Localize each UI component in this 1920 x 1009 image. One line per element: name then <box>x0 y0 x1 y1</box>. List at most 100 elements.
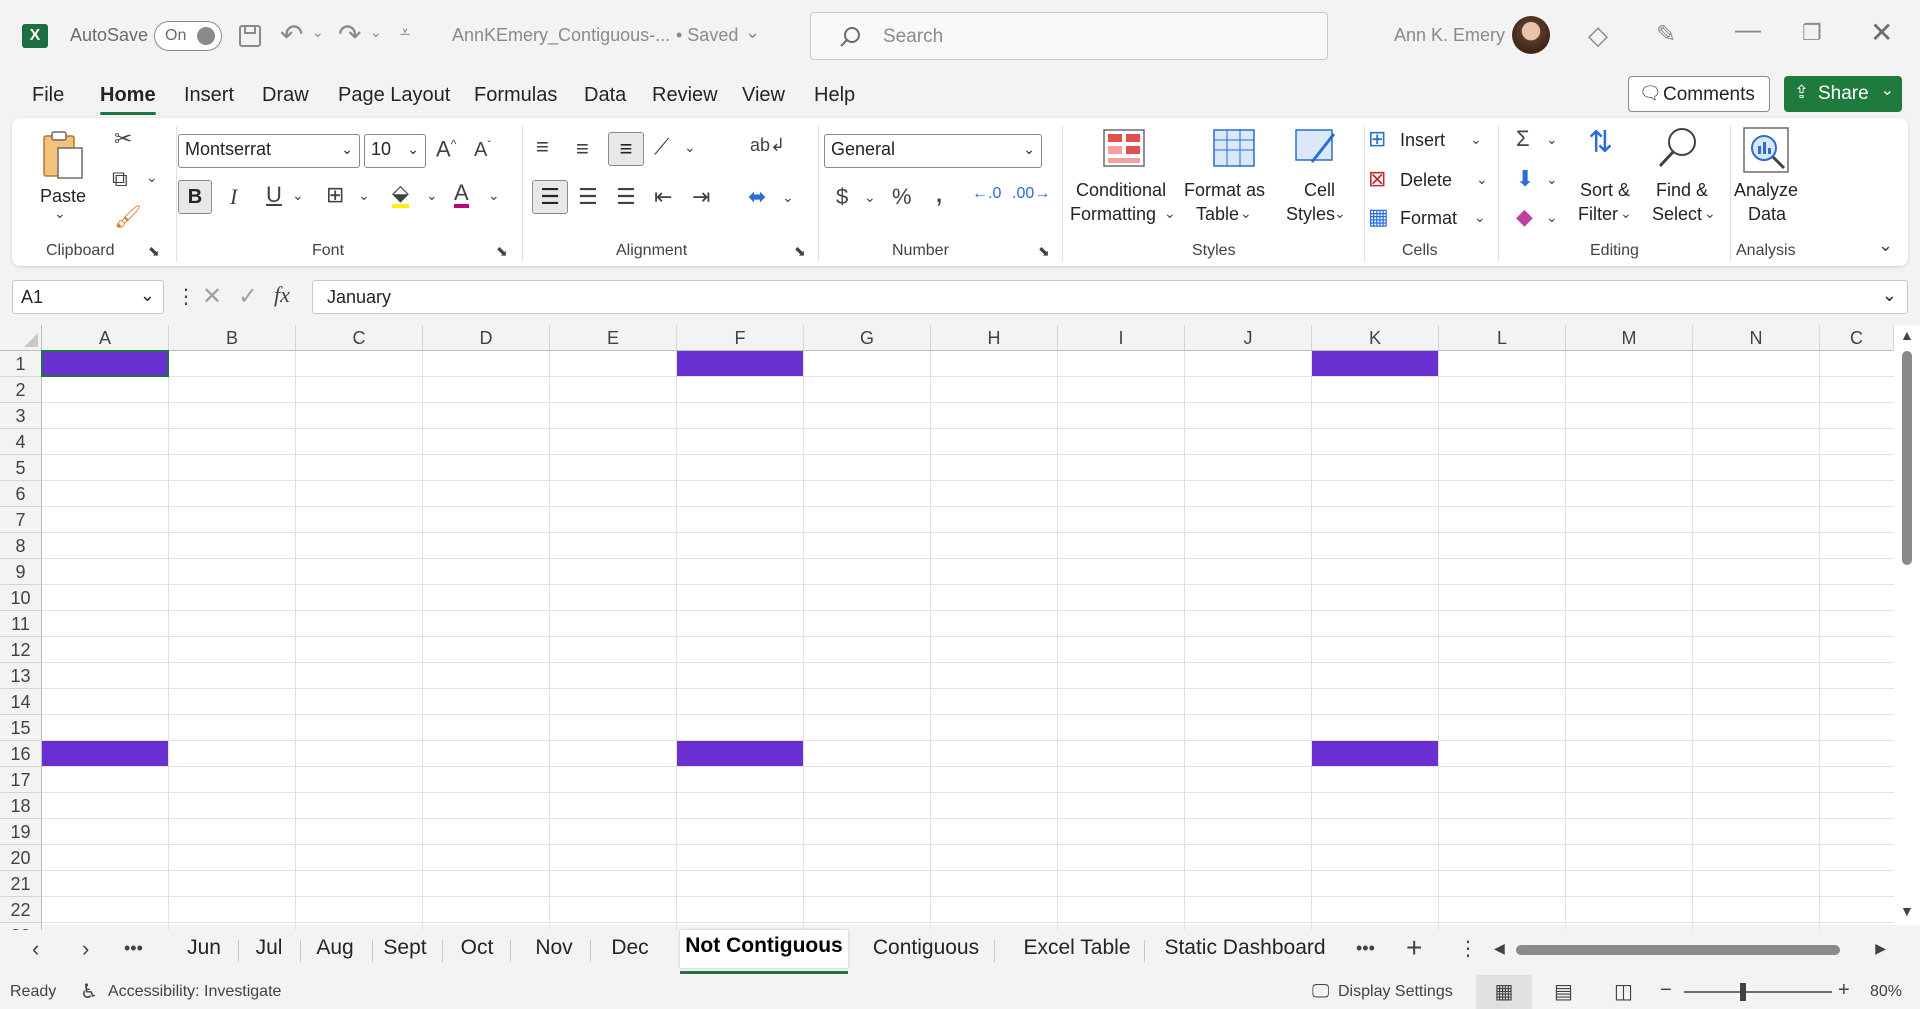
data-cell[interactable] <box>169 507 295 532</box>
data-cell[interactable] <box>42 611 168 636</box>
data-cell[interactable] <box>423 897 549 922</box>
month-title[interactable] <box>677 351 803 376</box>
data-cell[interactable] <box>1439 585 1565 610</box>
undo-icon[interactable]: ↶ <box>280 18 303 51</box>
data-cell[interactable] <box>931 897 1057 922</box>
conditional-formatting-dropdown-icon[interactable]: ⌄ <box>1164 206 1176 220</box>
row-header-2[interactable]: 2 <box>0 377 42 403</box>
data-cell[interactable] <box>42 897 168 922</box>
column-title-rating[interactable] <box>1566 403 1692 428</box>
data-cell[interactable] <box>296 897 422 922</box>
column-title-project[interactable] <box>677 403 803 428</box>
month-title[interactable] <box>42 351 168 376</box>
data-cell[interactable] <box>169 897 295 922</box>
data-cell[interactable] <box>804 559 930 584</box>
data-cell[interactable] <box>169 481 295 506</box>
row-header-19[interactable]: 19 <box>0 819 42 845</box>
decrease-indent-icon[interactable]: ⇤ <box>654 186 672 208</box>
data-cell[interactable] <box>1693 481 1819 506</box>
column-title-rating[interactable] <box>931 403 1057 428</box>
percent-icon[interactable]: % <box>892 186 912 208</box>
column-header-n[interactable]: N <box>1693 325 1820 351</box>
data-cell[interactable] <box>169 871 295 896</box>
font-size-select[interactable]: 10 ⌄ <box>364 134 426 168</box>
name-box[interactable]: A1 ⌄ <box>12 280 164 314</box>
data-cell[interactable] <box>1566 481 1692 506</box>
tab-options-icon[interactable]: ⋮ <box>1458 936 1478 961</box>
select-all-corner[interactable] <box>0 325 42 351</box>
data-cell[interactable] <box>1566 429 1692 454</box>
data-cell[interactable] <box>42 663 168 688</box>
column-title-rating[interactable] <box>296 403 422 428</box>
wrap-text-icon[interactable]: ab↲ <box>750 136 785 154</box>
data-cell[interactable] <box>1058 429 1184 454</box>
column-title-staff[interactable] <box>804 403 930 428</box>
data-cell[interactable] <box>1058 533 1184 558</box>
data-cell[interactable] <box>1693 559 1819 584</box>
data-cell[interactable] <box>169 845 295 870</box>
column-header-a[interactable]: A <box>42 325 169 351</box>
data-cell[interactable] <box>296 819 422 844</box>
column-title-staff[interactable] <box>1439 793 1565 818</box>
bold-button[interactable]: B <box>178 180 212 214</box>
data-cell[interactable] <box>1058 897 1184 922</box>
data-cell[interactable] <box>1312 663 1438 688</box>
data-cell[interactable] <box>1058 481 1184 506</box>
accessibility-status[interactable]: Accessibility: Investigate <box>108 983 281 1001</box>
data-cell[interactable] <box>804 481 930 506</box>
zoom-out-icon[interactable]: − <box>1660 979 1672 1002</box>
row-header-4[interactable]: 4 <box>0 429 42 455</box>
more-options-icon[interactable]: ⋮ <box>176 284 196 309</box>
display-settings-icon[interactable]: 🖵 <box>1312 981 1329 1002</box>
data-cell[interactable] <box>1566 455 1692 480</box>
data-cell[interactable] <box>423 429 549 454</box>
cell-styles-label-1[interactable]: Cell <box>1304 178 1335 202</box>
conditional-formatting-label-1[interactable]: Conditional <box>1076 178 1166 202</box>
column-title-project[interactable] <box>1312 403 1438 428</box>
data-cell[interactable] <box>1566 845 1692 870</box>
data-cell[interactable] <box>1058 637 1184 662</box>
number-format-select[interactable]: General ⌄ <box>824 134 1042 168</box>
row-header-14[interactable]: 14 <box>0 689 42 715</box>
analyze-data-label-1[interactable]: Analyze <box>1734 178 1798 202</box>
month-title[interactable] <box>42 741 168 766</box>
copy-dropdown-icon[interactable]: ⌄ <box>146 170 158 184</box>
data-cell[interactable] <box>1566 585 1692 610</box>
data-cell[interactable] <box>931 455 1057 480</box>
conditional-formatting-label-2[interactable]: Formatting <box>1070 202 1156 226</box>
row-header-1[interactable]: 1 <box>0 351 42 377</box>
decrease-decimal-icon[interactable]: .00→ <box>1012 186 1050 202</box>
format-cells-icon[interactable]: ▦ <box>1368 206 1389 228</box>
insert-dropdown-icon[interactable]: ⌄ <box>1470 132 1482 146</box>
tab-home[interactable]: Home <box>100 84 156 115</box>
column-header-d[interactable]: D <box>423 325 550 351</box>
data-cell[interactable] <box>1566 871 1692 896</box>
data-cell[interactable] <box>804 455 930 480</box>
comments-button[interactable]: 🗨 Comments <box>1628 76 1770 112</box>
column-title-project[interactable] <box>1312 793 1438 818</box>
data-cell[interactable] <box>423 663 549 688</box>
normal-view-button[interactable]: ▦ <box>1476 975 1532 1009</box>
data-cell[interactable] <box>1439 533 1565 558</box>
column-title-project[interactable] <box>42 793 168 818</box>
paste-icon[interactable] <box>40 130 84 180</box>
more-sheets-left[interactable]: ••• <box>124 938 143 959</box>
data-cell[interactable] <box>42 481 168 506</box>
data-cell[interactable] <box>1058 585 1184 610</box>
redo-dropdown-icon[interactable]: ⌄ <box>370 24 382 41</box>
row-header-22[interactable]: 22 <box>0 897 42 923</box>
column-title-staff[interactable] <box>1439 403 1565 428</box>
analyze-data-label-2[interactable]: Data <box>1748 202 1786 226</box>
row-header-10[interactable]: 10 <box>0 585 42 611</box>
column-title-rating[interactable] <box>1566 793 1692 818</box>
saved-dropdown-icon[interactable]: ⌄ <box>745 22 760 43</box>
data-cell[interactable] <box>1439 819 1565 844</box>
column-title-project[interactable] <box>42 403 168 428</box>
format-as-table-dropdown-icon[interactable]: ⌄ <box>1240 206 1252 220</box>
data-cell[interactable] <box>931 663 1057 688</box>
sheet-tab-dec[interactable]: Dec <box>602 936 658 960</box>
column-title-spent[interactable] <box>423 793 549 818</box>
font-name-select[interactable]: Montserrat ⌄ <box>178 134 360 168</box>
delete-dropdown-icon[interactable]: ⌄ <box>1476 172 1488 186</box>
data-cell[interactable] <box>677 611 803 636</box>
